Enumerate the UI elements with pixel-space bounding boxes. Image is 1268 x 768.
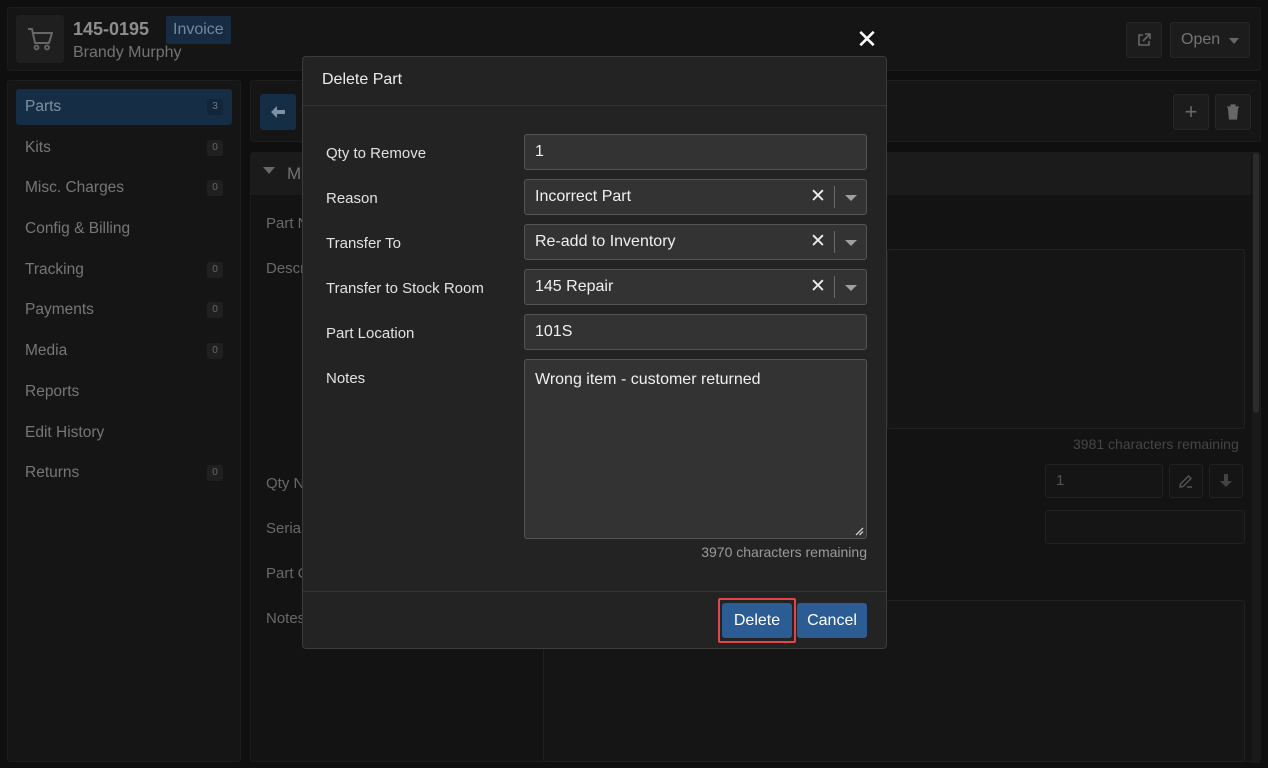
notes-label: Notes	[326, 370, 366, 387]
part-location-input[interactable]: 101S	[524, 314, 867, 350]
chevron-down-icon[interactable]	[845, 240, 857, 246]
delete-button[interactable]: Delete	[722, 603, 792, 638]
dialog-title: Delete Part	[322, 71, 403, 88]
delete-part-dialog: Delete Part Qty to Remove 1 Reason Incor…	[302, 56, 887, 649]
part-location-label: Part Location	[326, 325, 415, 342]
reason-value: Incorrect Part	[535, 188, 632, 205]
reason-select[interactable]: Incorrect Part ✕	[524, 179, 867, 215]
notes-textarea[interactable]: Wrong item - customer returned	[524, 359, 867, 539]
select-divider	[834, 186, 835, 208]
qty-input[interactable]: 1	[524, 134, 867, 170]
clear-icon[interactable]: ✕	[808, 270, 828, 304]
close-icon[interactable]: ✕	[855, 26, 879, 52]
select-divider	[834, 231, 835, 253]
chars-remaining: 3970 characters remaining	[701, 544, 867, 560]
clear-icon[interactable]: ✕	[808, 180, 828, 214]
stock-room-label: Transfer to Stock Room	[326, 280, 484, 297]
stock-room-value: 145 Repair	[535, 278, 614, 295]
stock-room-select[interactable]: 145 Repair ✕	[524, 269, 867, 305]
clear-icon[interactable]: ✕	[808, 225, 828, 259]
notes-value: Wrong item - customer returned	[535, 371, 761, 388]
transfer-to-value: Re-add to Inventory	[535, 233, 676, 250]
cancel-button[interactable]: Cancel	[797, 603, 867, 638]
transfer-to-select[interactable]: Re-add to Inventory ✕	[524, 224, 867, 260]
chevron-down-icon[interactable]	[845, 195, 857, 201]
transfer-to-label: Transfer To	[326, 235, 402, 252]
dialog-footer: Delete Cancel	[303, 591, 886, 648]
reason-label: Reason	[326, 190, 378, 207]
resize-handle-icon[interactable]	[854, 526, 864, 536]
select-divider	[834, 276, 835, 298]
dialog-header: Delete Part	[303, 57, 886, 106]
qty-label: Qty to Remove	[326, 145, 427, 162]
chevron-down-icon[interactable]	[845, 285, 857, 291]
